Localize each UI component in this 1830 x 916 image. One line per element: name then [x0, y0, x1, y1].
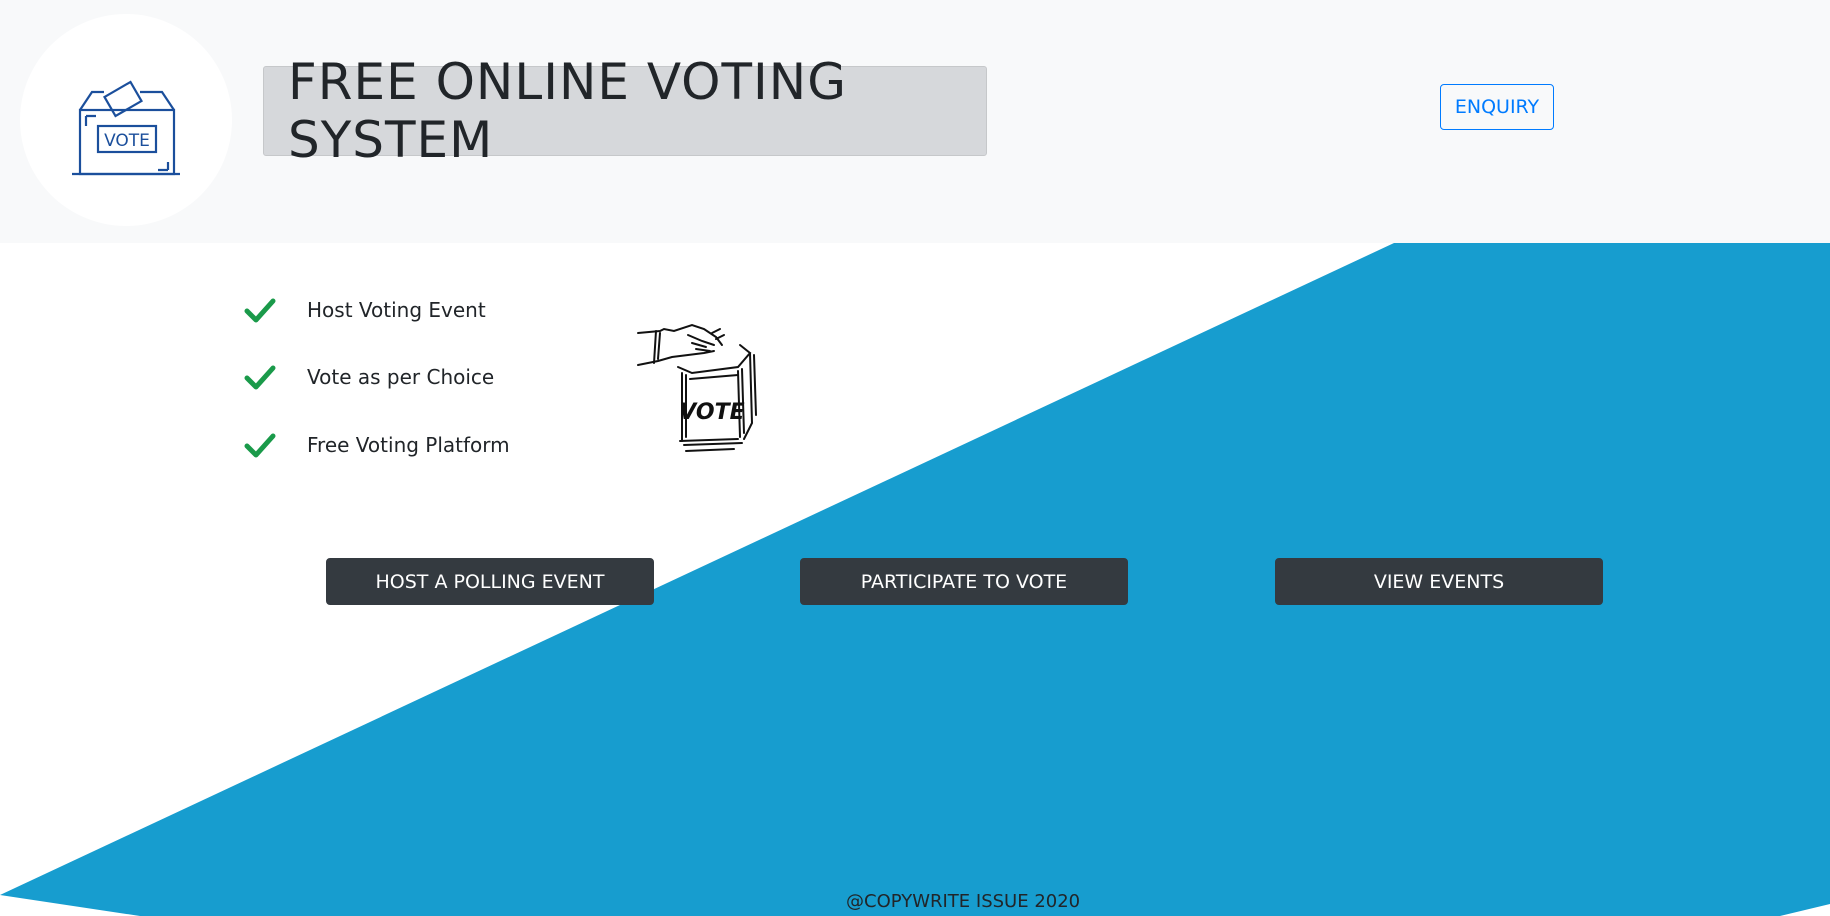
feature-label: Free Voting Platform: [307, 433, 510, 457]
check-icon: [244, 365, 276, 390]
participate-to-vote-button[interactable]: PARTICIPATE TO VOTE: [800, 558, 1128, 605]
sketch-vote-text: VOTE: [679, 400, 744, 425]
view-events-button[interactable]: VIEW EVENTS: [1275, 558, 1603, 605]
page-title: FREE ONLINE VOTING SYSTEM: [288, 53, 847, 169]
enquiry-button[interactable]: ENQUIRY: [1440, 84, 1554, 130]
logo-vote-text: VOTE: [104, 131, 150, 151]
page: VOTE FREE ONLINE VOTING SYSTEM ENQUIRY H…: [0, 0, 1830, 916]
check-icon: [244, 298, 276, 323]
feature-label: Host Voting Event: [307, 298, 486, 322]
feature-item: Host Voting Event: [244, 290, 644, 330]
feature-item: Free Voting Platform: [244, 425, 644, 465]
feature-item: Vote as per Choice: [244, 357, 644, 397]
feature-label: Vote as per Choice: [307, 365, 495, 389]
title-box: FREE ONLINE VOTING SYSTEM: [263, 53, 987, 169]
host-polling-event-button[interactable]: HOST A POLLING EVENT: [326, 558, 654, 605]
footer-copyright: @COPYWRITE ISSUE 2020: [846, 891, 1081, 912]
logo[interactable]: VOTE: [20, 14, 232, 226]
hand-voting-sketch: VOTE: [637, 323, 757, 452]
check-icon: [244, 433, 276, 458]
header: VOTE FREE ONLINE VOTING SYSTEM ENQUIRY: [0, 0, 1830, 243]
vote-box-icon: VOTE: [72, 80, 180, 176]
